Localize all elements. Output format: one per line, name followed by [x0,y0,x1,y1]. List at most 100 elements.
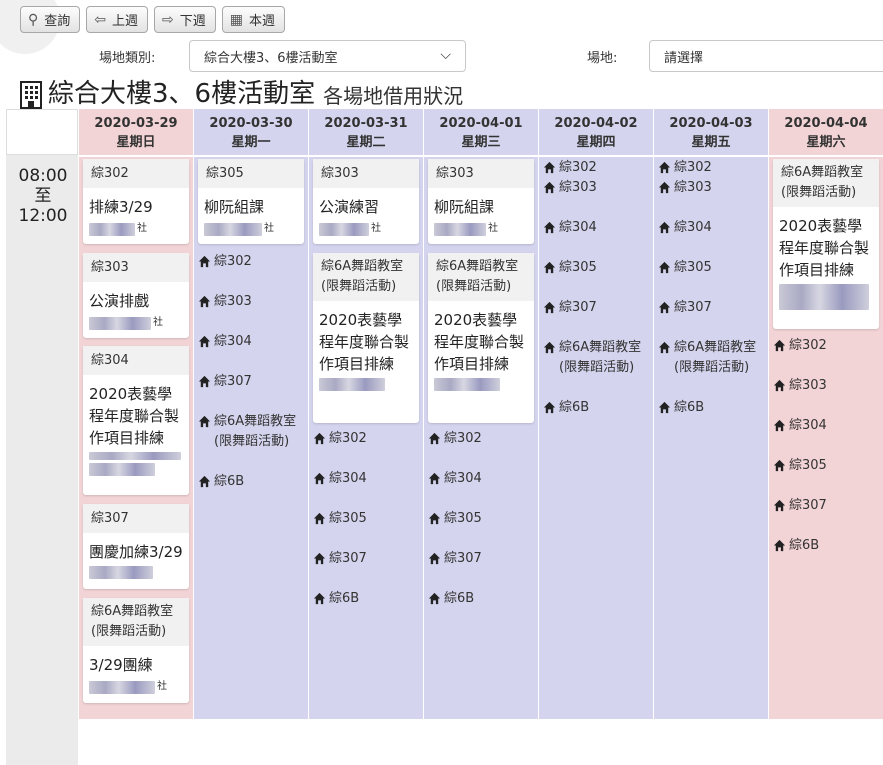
available-room-item[interactable]: 綜305 [543,258,655,278]
home-icon [198,335,211,348]
booking-org: 社 [264,223,274,234]
booking-card[interactable]: 綜305 柳阮組課社 [198,159,304,244]
booking-room: 綜6A舞蹈教室(限舞蹈活動) [83,598,189,646]
prev-week-label: 上週 [112,14,139,29]
available-room-item[interactable]: 綜302 [313,429,425,449]
search-icon: ⚲ [28,11,39,28]
available-room-item[interactable]: 綜304 [198,332,310,352]
time-to: 至 [34,186,52,206]
prev-week-button[interactable]: ⇦ 上週 [86,6,149,33]
booking-event: 2020表藝學程年度聯合製作項目排練 [779,217,870,279]
next-week-button[interactable]: ⇨ 下週 [154,6,216,33]
available-room-label: 綜305 [674,260,712,275]
query-button[interactable]: ⚲ 查詢 [20,6,81,33]
available-room-label: 綜6A舞蹈教室(限舞蹈活動) [214,414,297,449]
home-icon [543,221,556,234]
booking-event: 排練3/29 [89,198,153,216]
available-room-item[interactable]: 綜305 [313,509,425,529]
booking-card[interactable]: 綜6A舞蹈教室(限舞蹈活動) 2020表藝學程年度聯合製作項目排練 [313,253,419,423]
available-room-item[interactable]: 綜304 [773,416,881,436]
home-icon [313,592,326,605]
available-room-item[interactable]: 綜304 [428,469,540,489]
home-icon [543,341,556,354]
available-room-item[interactable]: 綜6A舞蹈教室(限舞蹈活動) [543,338,655,378]
building-icon [20,81,42,109]
redacted-text [319,378,385,391]
page-title: 綜合大樓3、6樓活動室 各場地借用狀況 [20,77,463,109]
available-room-item[interactable]: 綜307 [198,372,310,392]
home-icon [543,161,556,174]
day-weekday: 星期六 [806,135,846,150]
available-room-item[interactable]: 綜304 [313,469,425,489]
available-room-item[interactable]: 綜307 [658,298,770,318]
booking-event: 2020表藝學程年度聯合製作項目排練 [434,311,525,373]
category-select[interactable]: 綜合大樓3、6樓活動室 ⌵ [189,40,466,72]
available-room-item[interactable]: 綜305 [773,456,881,476]
available-room-item[interactable]: 綜302 [198,252,310,272]
day-weekday: 星期日 [116,135,156,150]
booking-card[interactable]: 綜6A舞蹈教室(限舞蹈活動) 3/29團練社 [83,598,189,703]
available-room-item[interactable]: 綜6B [543,398,655,418]
available-room-item[interactable]: 綜302 [658,158,770,178]
booking-card[interactable]: 綜6A舞蹈教室(限舞蹈活動) 2020表藝學程年度聯合製作項目排練 [773,159,879,329]
available-room-item[interactable]: 綜303 [658,178,770,198]
available-room-item[interactable]: 綜6B [198,472,310,492]
booking-card[interactable]: 綜302 排練3/29 社 [83,159,189,244]
available-room-item[interactable]: 綜6B [313,589,425,609]
booking-card[interactable]: 綜303 公演排戲社 [83,253,189,338]
this-week-button[interactable]: ▦ 本週 [221,6,286,33]
available-room-label: 綜303 [214,294,252,309]
available-room-item[interactable]: 綜303 [773,376,881,396]
chevron-down-icon: ⌵ [440,47,451,63]
available-room-label: 綜307 [329,551,367,566]
available-room-label: 綜303 [789,378,827,393]
home-icon [543,261,556,274]
booking-room: 綜6A舞蹈教室(限舞蹈活動) [313,253,419,301]
venue-select[interactable]: 請選擇 [649,40,883,72]
booking-card[interactable]: 綜304 2020表藝學程年度聯合製作項目排練 [83,346,189,495]
available-room-item[interactable]: 綜307 [313,549,425,569]
available-room-label: 綜304 [559,220,597,235]
available-room-item[interactable]: 綜6B [773,536,881,556]
header-divider [79,155,883,157]
available-room-item[interactable]: 綜303 [543,178,655,198]
home-icon [428,552,441,565]
booking-card[interactable]: 綜307 團慶加練3/29 [83,504,189,589]
available-room-item[interactable]: 綜6B [428,589,540,609]
available-room-item[interactable]: 綜307 [428,549,540,569]
toolbar: ⚲ 查詢 ⇦ 上週 ⇨ 下週 ▦ 本週 [20,6,286,33]
available-room-label: 綜6B [559,400,590,415]
available-room-item[interactable]: 綜303 [198,292,310,312]
available-room-item[interactable]: 綜304 [658,218,770,238]
available-room-item[interactable]: 綜6A舞蹈教室(限舞蹈活動) [198,412,310,452]
booking-event: 公演練習 [319,198,380,216]
home-icon [543,181,556,194]
available-room-label: 綜6B [674,400,705,415]
available-room-item[interactable]: 綜6B [658,398,770,418]
available-room-item[interactable]: 綜304 [543,218,655,238]
available-room-item[interactable]: 綜307 [773,496,881,516]
booking-card[interactable]: 綜303 柳阮組課社 [428,159,534,244]
available-room-item[interactable]: 綜302 [543,158,655,178]
booking-card[interactable]: 綜6A舞蹈教室(限舞蹈活動) 2020表藝學程年度聯合製作項目排練 [428,253,534,423]
redacted-text [89,680,155,694]
available-room-item[interactable]: 綜305 [428,509,540,529]
day-weekday: 星期五 [691,135,731,150]
available-room-item[interactable]: 綜307 [543,298,655,318]
arrow-right-icon: ⇨ [162,11,174,28]
available-room-label: 綜304 [329,471,367,486]
available-room-label: 綜302 [214,254,252,269]
booking-room: 綜303 [428,159,534,188]
home-icon [773,499,786,512]
available-room-item[interactable]: 綜302 [773,336,881,356]
day-header: 2020-04-03 星期五 [654,109,768,155]
available-room-item[interactable]: 綜305 [658,258,770,278]
title-sub: 各場地借用狀況 [323,84,464,108]
booking-org: 社 [371,223,381,234]
venue-label: 場地: [587,50,618,66]
day-date: 2020-03-30 [209,116,293,131]
day-weekday: 星期三 [461,135,501,150]
booking-card[interactable]: 綜303 公演練習社 [313,159,419,244]
available-room-item[interactable]: 綜302 [428,429,540,449]
available-room-item[interactable]: 綜6A舞蹈教室(限舞蹈活動) [658,338,770,378]
